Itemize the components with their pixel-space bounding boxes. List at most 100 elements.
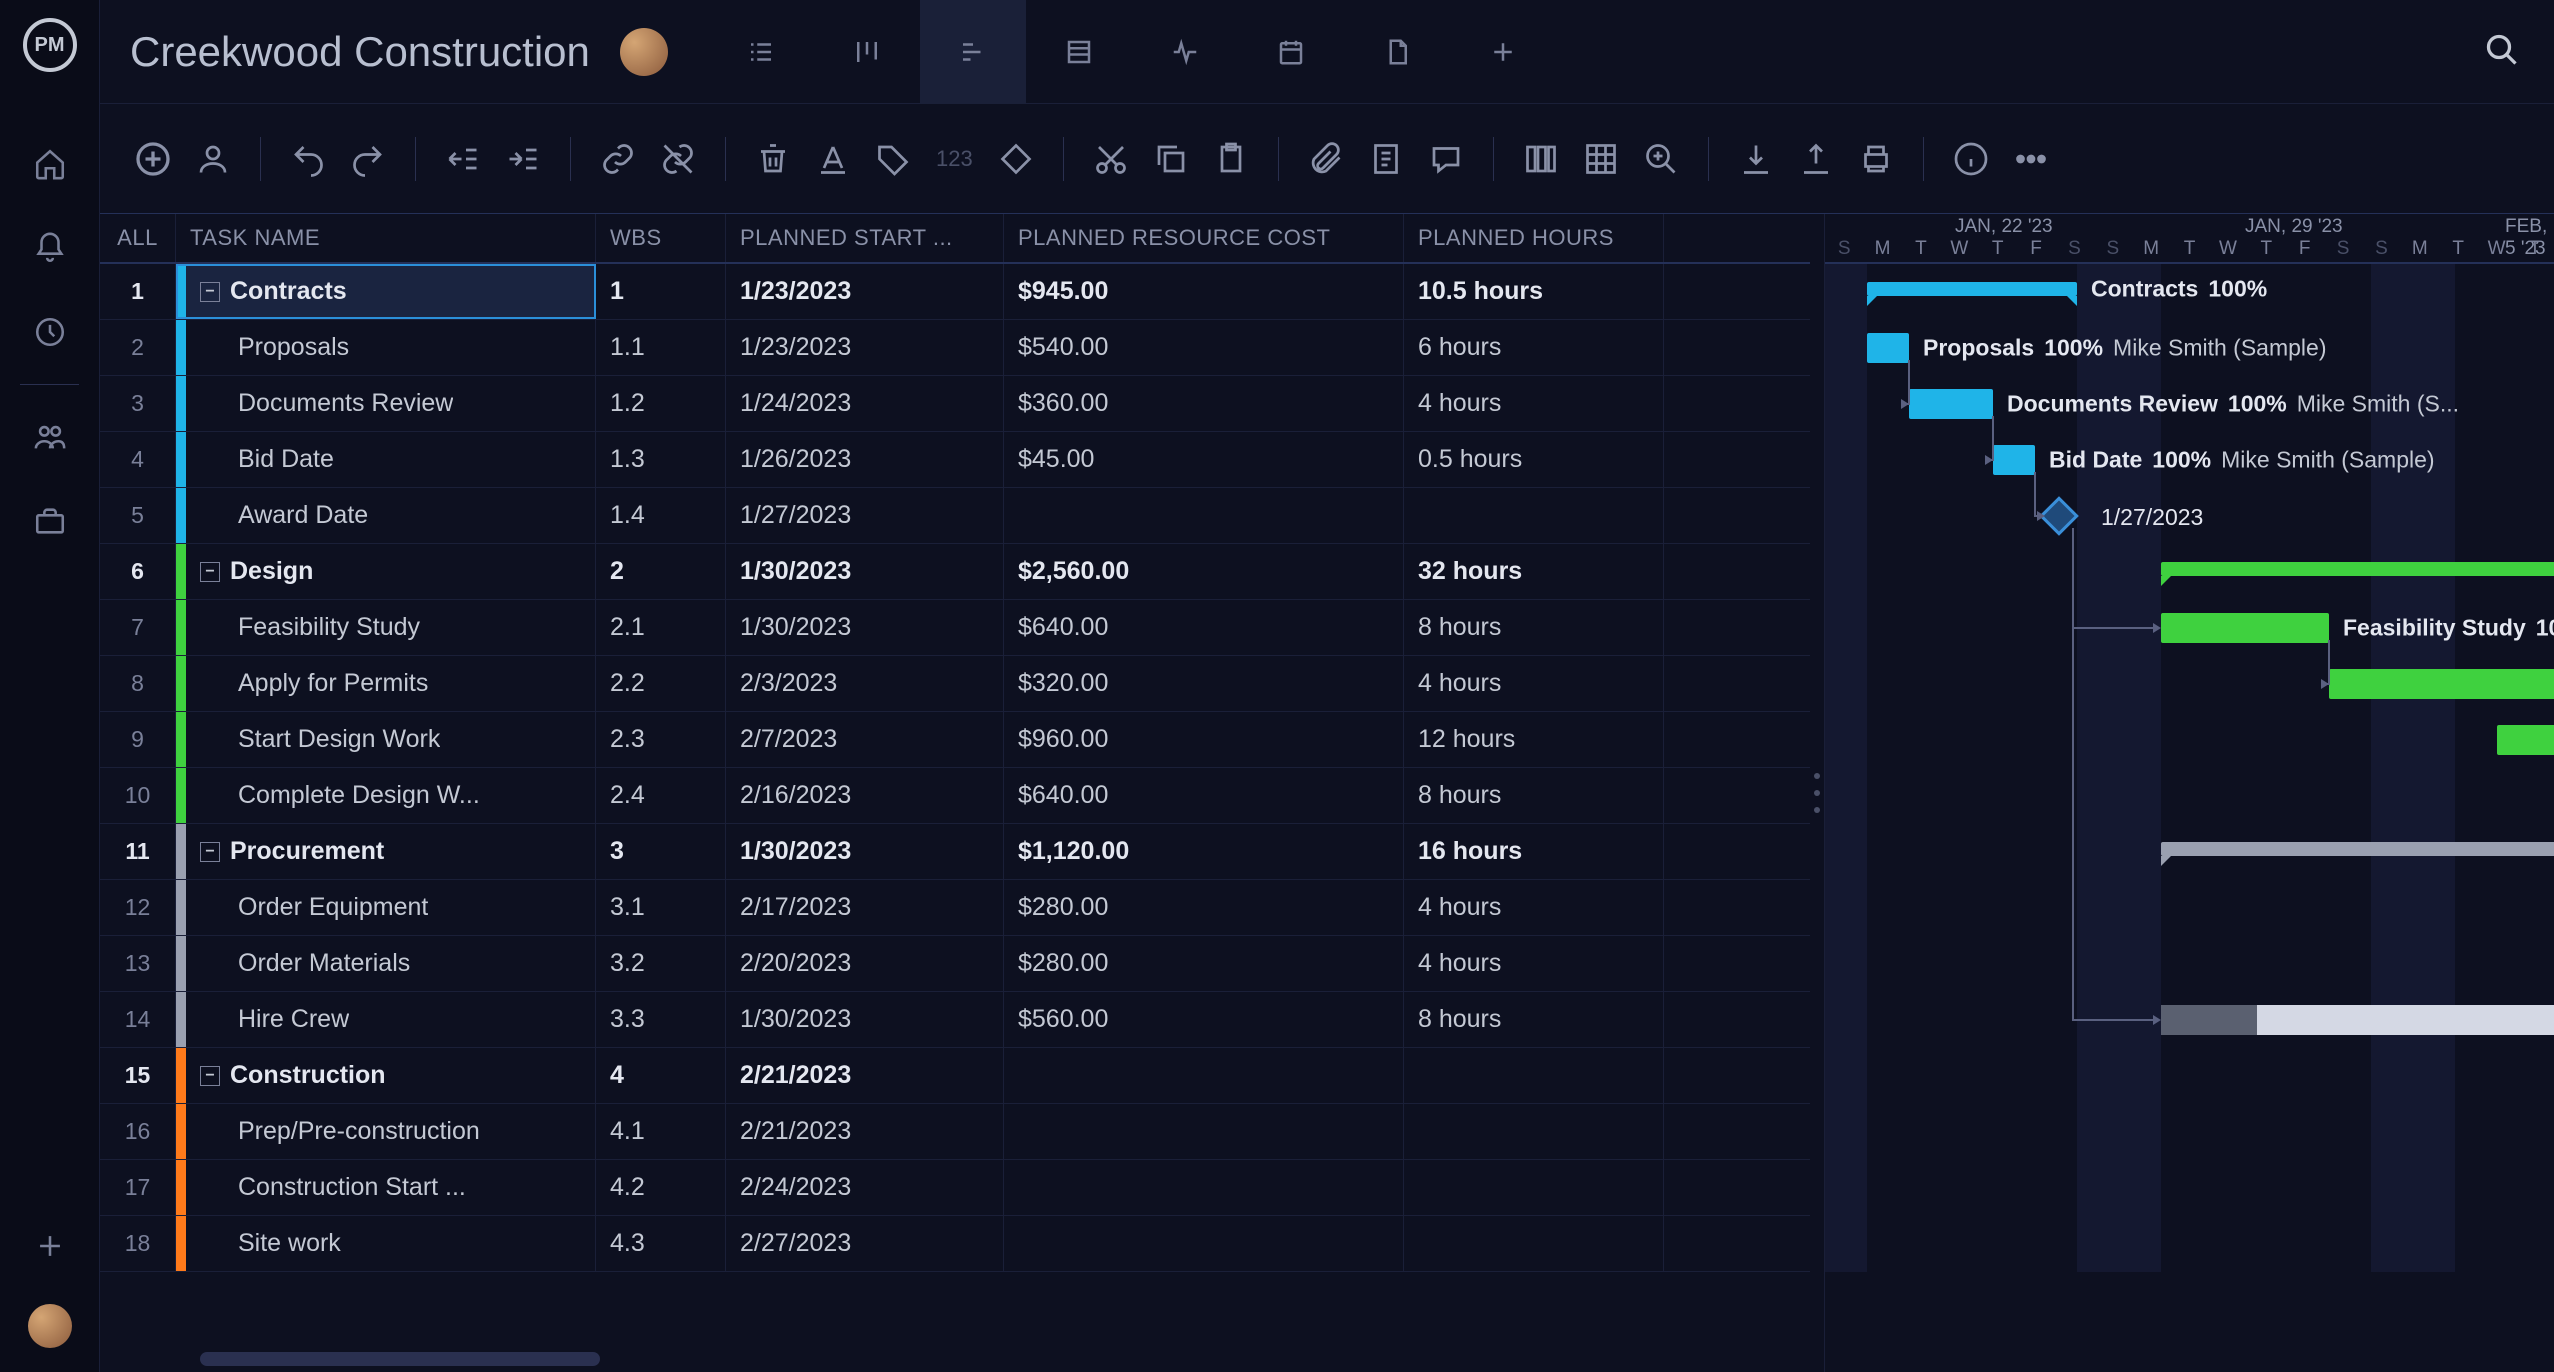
cell-wbs[interactable]: 1.4 — [596, 488, 726, 543]
cell-start[interactable]: 1/30/2023 — [726, 544, 1004, 599]
cell-wbs[interactable]: 1.2 — [596, 376, 726, 431]
outdent-button[interactable] — [440, 136, 486, 182]
cell-hours[interactable]: 16 hours — [1404, 824, 1664, 879]
cell-start[interactable]: 2/16/2023 — [726, 768, 1004, 823]
cell-wbs[interactable]: 2.2 — [596, 656, 726, 711]
view-tab-gantt[interactable] — [920, 0, 1026, 104]
row-number[interactable]: 15 — [100, 1048, 176, 1103]
search-icon[interactable] — [2484, 32, 2524, 72]
row-number[interactable]: 11 — [100, 824, 176, 879]
cell-wbs[interactable]: 1.3 — [596, 432, 726, 487]
row-number[interactable]: 16 — [100, 1104, 176, 1159]
table-row[interactable]: 18Site work4.32/27/2023 — [100, 1216, 1810, 1272]
cell-start[interactable]: 1/30/2023 — [726, 992, 1004, 1047]
collapse-toggle[interactable]: − — [200, 562, 220, 582]
cell-start[interactable]: 2/17/2023 — [726, 880, 1004, 935]
cell-start[interactable]: 2/27/2023 — [726, 1216, 1004, 1271]
table-row[interactable]: 13Order Materials3.22/20/2023$280.004 ho… — [100, 936, 1810, 992]
cell-cost[interactable]: $1,120.00 — [1004, 824, 1404, 879]
table-row[interactable]: 16Prep/Pre-construction4.12/21/2023 — [100, 1104, 1810, 1160]
column-header-cost[interactable]: PLANNED RESOURCE COST — [1004, 214, 1404, 262]
cell-cost[interactable]: $640.00 — [1004, 600, 1404, 655]
task-name-cell[interactable]: Hire Crew — [176, 992, 596, 1047]
cell-hours[interactable] — [1404, 1104, 1664, 1159]
cell-wbs[interactable]: 3.2 — [596, 936, 726, 991]
bell-icon[interactable] — [30, 228, 70, 268]
cell-wbs[interactable]: 3 — [596, 824, 726, 879]
cell-hours[interactable]: 10.5 hours — [1404, 264, 1664, 319]
table-row[interactable]: 9Start Design Work2.32/7/2023$960.0012 h… — [100, 712, 1810, 768]
cell-start[interactable]: 1/26/2023 — [726, 432, 1004, 487]
copy-button[interactable] — [1148, 136, 1194, 182]
clock-icon[interactable] — [30, 312, 70, 352]
add-icon[interactable] — [30, 1226, 70, 1266]
view-tab-calendar[interactable] — [1238, 0, 1344, 104]
cell-start[interactable]: 1/30/2023 — [726, 824, 1004, 879]
task-name-cell[interactable]: Start Design Work — [176, 712, 596, 767]
table-row[interactable]: 5Award Date1.41/27/2023 — [100, 488, 1810, 544]
table-row[interactable]: 3Documents Review1.21/24/2023$360.004 ho… — [100, 376, 1810, 432]
cell-cost[interactable] — [1004, 1048, 1404, 1103]
task-name-cell[interactable]: −Contracts — [176, 264, 596, 319]
task-name-cell[interactable]: Proposals — [176, 320, 596, 375]
cell-start[interactable]: 1/23/2023 — [726, 320, 1004, 375]
horizontal-scrollbar[interactable] — [200, 1352, 600, 1366]
cell-start[interactable]: 1/23/2023 — [726, 264, 1004, 319]
cell-cost[interactable] — [1004, 1160, 1404, 1215]
cell-start[interactable]: 1/27/2023 — [726, 488, 1004, 543]
grid-button[interactable] — [1578, 136, 1624, 182]
undo-button[interactable] — [285, 136, 331, 182]
task-name-cell[interactable]: Bid Date — [176, 432, 596, 487]
row-number[interactable]: 2 — [100, 320, 176, 375]
cell-hours[interactable] — [1404, 488, 1664, 543]
cell-hours[interactable]: 12 hours — [1404, 712, 1664, 767]
pane-splitter[interactable] — [1810, 214, 1824, 1372]
cell-hours[interactable]: 8 hours — [1404, 768, 1664, 823]
view-tab-board[interactable] — [814, 0, 920, 104]
info-button[interactable] — [1948, 136, 1994, 182]
task-name-cell[interactable]: Complete Design W... — [176, 768, 596, 823]
cell-start[interactable]: 2/7/2023 — [726, 712, 1004, 767]
task-name-cell[interactable]: Site work — [176, 1216, 596, 1271]
cell-hours[interactable]: 6 hours — [1404, 320, 1664, 375]
columns-button[interactable] — [1518, 136, 1564, 182]
cell-hours[interactable]: 4 hours — [1404, 656, 1664, 711]
task-name-cell[interactable]: −Design — [176, 544, 596, 599]
redo-button[interactable] — [345, 136, 391, 182]
column-header-all[interactable]: ALL — [100, 214, 176, 262]
cell-start[interactable]: 2/24/2023 — [726, 1160, 1004, 1215]
percent-input[interactable]: 123 — [930, 146, 979, 172]
cell-cost[interactable] — [1004, 488, 1404, 543]
delete-button[interactable] — [750, 136, 796, 182]
cell-cost[interactable] — [1004, 1104, 1404, 1159]
cell-wbs[interactable]: 4.3 — [596, 1216, 726, 1271]
attachment-button[interactable] — [1303, 136, 1349, 182]
gantt-body[interactable]: Contracts100%Proposals100%Mike Smith (Sa… — [1825, 264, 2554, 1272]
cell-start[interactable]: 1/30/2023 — [726, 600, 1004, 655]
table-row[interactable]: 11−Procurement31/30/2023$1,120.0016 hour… — [100, 824, 1810, 880]
task-name-cell[interactable]: −Procurement — [176, 824, 596, 879]
cell-wbs[interactable]: 4 — [596, 1048, 726, 1103]
cell-start[interactable]: 2/21/2023 — [726, 1104, 1004, 1159]
view-tab-sheet[interactable] — [1026, 0, 1132, 104]
home-icon[interactable] — [30, 144, 70, 184]
view-tab-file[interactable] — [1344, 0, 1450, 104]
row-number[interactable]: 6 — [100, 544, 176, 599]
cut-button[interactable] — [1088, 136, 1134, 182]
view-tab-add[interactable] — [1450, 0, 1556, 104]
table-row[interactable]: 2Proposals1.11/23/2023$540.006 hours — [100, 320, 1810, 376]
table-row[interactable]: 15−Construction42/21/2023 — [100, 1048, 1810, 1104]
cell-cost[interactable]: $280.00 — [1004, 936, 1404, 991]
unlink-button[interactable] — [655, 136, 701, 182]
collapse-toggle[interactable]: − — [200, 1066, 220, 1086]
cell-cost[interactable]: $960.00 — [1004, 712, 1404, 767]
zoom-button[interactable] — [1638, 136, 1684, 182]
cell-hours[interactable]: 32 hours — [1404, 544, 1664, 599]
cell-wbs[interactable]: 2.1 — [596, 600, 726, 655]
column-header-wbs[interactable]: WBS — [596, 214, 726, 262]
user-avatar[interactable] — [28, 1304, 72, 1348]
collapse-toggle[interactable]: − — [200, 842, 220, 862]
cell-wbs[interactable]: 2.3 — [596, 712, 726, 767]
cell-hours[interactable] — [1404, 1216, 1664, 1271]
cell-wbs[interactable]: 1 — [596, 264, 726, 319]
